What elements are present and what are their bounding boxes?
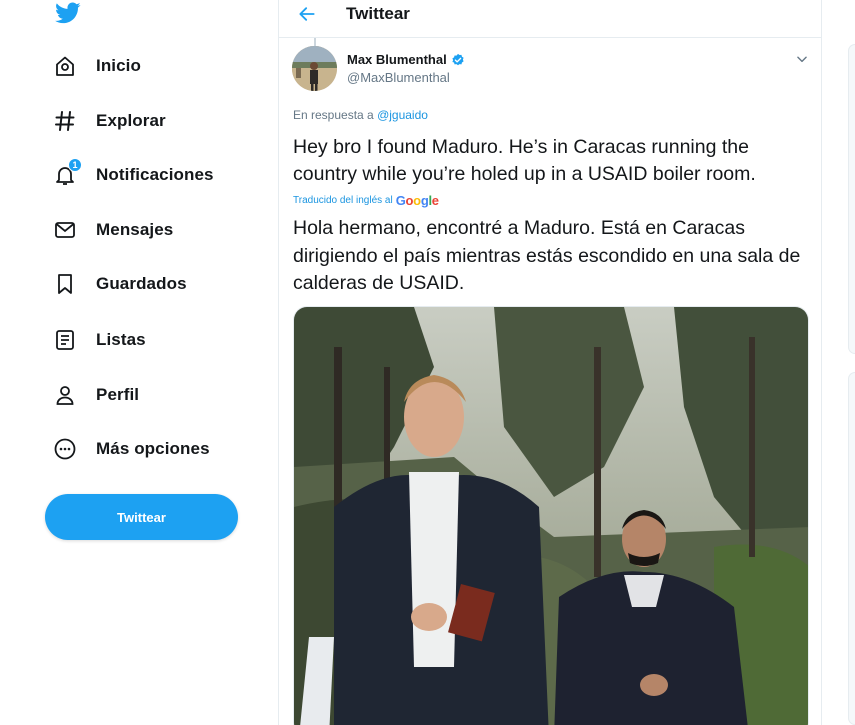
tweet-button[interactable]: Twittear (45, 494, 238, 540)
page-title: Twittear (346, 4, 410, 23)
author-name-text: Max Blumenthal (347, 52, 447, 67)
nav-item-profile[interactable]: Perfil (52, 375, 139, 415)
home-icon (52, 53, 78, 79)
nav-item-messages[interactable]: Mensajes (52, 210, 173, 250)
google-logo: Google (395, 193, 439, 208)
person-icon (52, 382, 78, 408)
nav-item-explore[interactable]: Explorar (52, 101, 166, 141)
nav-label-more: Más opciones (96, 439, 210, 458)
nav-label-messages: Mensajes (96, 220, 174, 239)
verified-badge-icon (451, 53, 465, 67)
twitter-logo-icon[interactable] (54, 0, 82, 26)
nav-label-lists: Listas (96, 330, 146, 349)
right-card (848, 44, 855, 354)
reply-context: En respuesta a @jguaido (293, 108, 428, 122)
nav-label-notifications: Notificaciones (96, 165, 214, 184)
back-button[interactable] (295, 4, 319, 28)
right-card (848, 372, 855, 725)
main-column: Twittear Max Blumenthal @MaxBlumenthal E… (278, 0, 822, 725)
nav-item-notifications[interactable]: 1 Notificaciones (52, 155, 214, 195)
bookmark-icon (52, 271, 78, 297)
author-handle[interactable]: @MaxBlumenthal (347, 70, 450, 85)
arrow-left-icon (297, 4, 317, 29)
nav-label-profile: Perfil (96, 385, 140, 404)
tweet-text: Hey bro I found Maduro. He’s in Caracas … (293, 136, 756, 185)
thread-connector (314, 38, 316, 46)
nav-item-more[interactable]: Más opciones (52, 429, 210, 469)
nav-label-explore: Explorar (96, 111, 166, 130)
sidebar: Inicio Explorar 1 Notificaciones Mensaje… (0, 0, 278, 725)
tweet-photo[interactable] (293, 306, 809, 725)
translation-text: Hola hermano, encontré a Maduro. Está en… (293, 217, 801, 294)
more-circle-icon (52, 436, 78, 462)
hashtag-icon (52, 108, 78, 134)
avatar[interactable] (292, 46, 337, 91)
list-icon (52, 327, 78, 353)
author-name[interactable]: Max Blumenthal (347, 52, 465, 67)
reply-prefix: En respuesta a (293, 108, 378, 122)
page-header: Twittear (279, 0, 822, 38)
translated-by-label: Traducido del inglés al (293, 195, 393, 206)
nav-label-bookmarks: Guardados (96, 274, 187, 293)
nav-item-home[interactable]: Inicio (52, 46, 141, 86)
envelope-icon (52, 217, 78, 243)
nav-item-lists[interactable]: Listas (52, 320, 146, 360)
notification-badge: 1 (68, 158, 82, 172)
nav-item-bookmarks[interactable]: Guardados (52, 264, 187, 304)
reply-mention-link[interactable]: @jguaido (377, 108, 428, 122)
chevron-down-icon[interactable] (795, 52, 809, 66)
bell-icon: 1 (52, 158, 82, 188)
nav-label-home: Inicio (96, 56, 141, 75)
translation-attribution[interactable]: Traducido del inglés al Google (293, 193, 439, 208)
